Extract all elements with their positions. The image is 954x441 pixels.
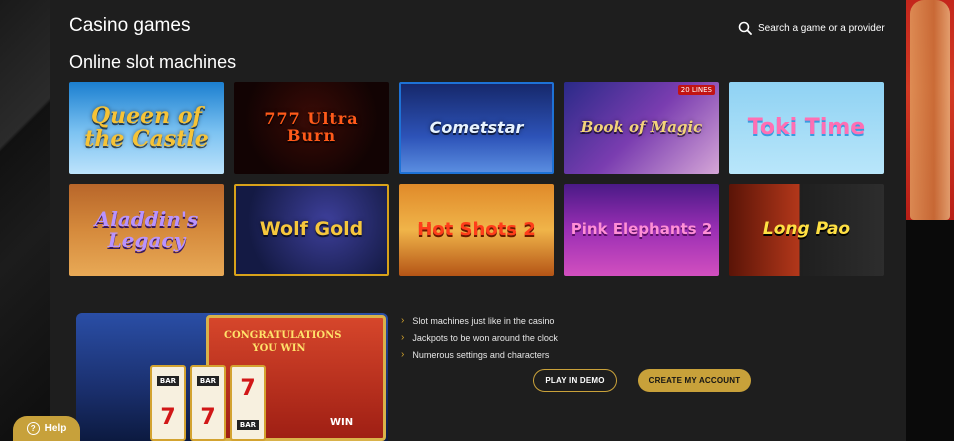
chevron-right-icon: ›	[401, 315, 405, 326]
game-tile-long-pao[interactable]: Long Pao	[729, 184, 884, 276]
seven-symbol: 7	[240, 376, 256, 402]
play-in-demo-button[interactable]: PLAY IN DEMO	[533, 369, 617, 392]
game-tile-pink-elephants-2[interactable]: Pink Elephants 2	[564, 184, 719, 276]
reel: BAR 7	[190, 365, 226, 441]
game-title: Aladdin's Legacy	[94, 207, 199, 252]
game-title: 777 Ultra Burn	[264, 109, 359, 145]
game-tile-777-ultra-burn[interactable]: 777 Ultra Burn	[234, 82, 389, 174]
lines-badge: 20 LINES	[677, 85, 715, 95]
game-title: Long Pao	[762, 219, 851, 240]
side-promo-banner[interactable]	[906, 0, 954, 220]
game-title: Book of Magic	[580, 118, 703, 137]
feature-item: › Jackpots to be won around the clock	[401, 329, 558, 346]
feature-text: Jackpots to be won around the clock	[412, 332, 558, 343]
game-title: Cometstar	[429, 117, 524, 137]
feature-text: Numerous settings and characters	[412, 349, 550, 360]
game-title: Wolf Gold	[259, 218, 364, 241]
game-tile-aladdins-legacy[interactable]: Aladdin's Legacy	[69, 184, 224, 276]
win-message: CONGRATULATIONS YOU WIN	[224, 330, 342, 354]
win-label: WIN	[330, 417, 354, 428]
question-icon: ?	[26, 422, 40, 435]
help-label: Help	[44, 423, 67, 434]
feature-text: Slot machines just like in the casino	[412, 315, 555, 326]
page-title: Casino games	[69, 15, 191, 36]
reel: BAR 7	[150, 365, 186, 441]
background-left	[0, 0, 50, 441]
game-title: Hot Shots 2	[417, 218, 536, 240]
promo-figure	[910, 0, 950, 220]
game-tile-book-of-magic[interactable]: 20 LINES Book of Magic	[564, 82, 719, 174]
chevron-right-icon: ›	[401, 349, 405, 360]
game-tile-cometstar[interactable]: Cometstar	[399, 82, 554, 174]
game-title: Queen of the Castle	[84, 102, 209, 152]
create-account-button[interactable]: CREATE MY ACCOUNT	[638, 369, 751, 392]
background-right	[906, 0, 954, 441]
bar-symbol: BAR	[196, 376, 220, 387]
games-grid: Queen of the Castle 777 Ultra Burn Comet…	[69, 82, 884, 276]
chevron-right-icon: ›	[401, 332, 405, 343]
search-label: Search a game or a provider	[758, 22, 885, 34]
section-title: Online slot machines	[69, 52, 237, 72]
feature-item: › Slot machines just like in the casino	[401, 312, 558, 329]
reel: 7 BAR	[230, 365, 266, 441]
feature-item: › Numerous settings and characters	[401, 346, 558, 363]
seven-symbol: 7	[160, 404, 176, 430]
slot-machine-illustration: CONGRATULATIONS YOU WIN BAR 7 BAR 7 7 BA…	[76, 313, 388, 441]
game-tile-toki-time[interactable]: Toki Time	[729, 82, 884, 174]
help-button[interactable]: ? Help	[13, 416, 80, 441]
game-tile-hot-shots-2[interactable]: Hot Shots 2	[399, 184, 554, 276]
game-tile-wolf-gold[interactable]: Wolf Gold	[234, 184, 389, 276]
bar-symbol: BAR	[156, 376, 180, 387]
search-icon	[738, 21, 752, 35]
feature-list: › Slot machines just like in the casino …	[401, 312, 558, 363]
game-tile-queen-of-the-castle[interactable]: Queen of the Castle	[69, 82, 224, 174]
seven-symbol: 7	[200, 404, 216, 430]
game-title: Pink Elephants 2	[570, 220, 713, 239]
search-button[interactable]: Search a game or a provider	[738, 21, 885, 35]
bar-symbol: BAR	[236, 419, 260, 430]
reels: BAR 7 BAR 7 7 BAR	[150, 365, 266, 441]
game-title: Toki Time	[747, 115, 866, 141]
